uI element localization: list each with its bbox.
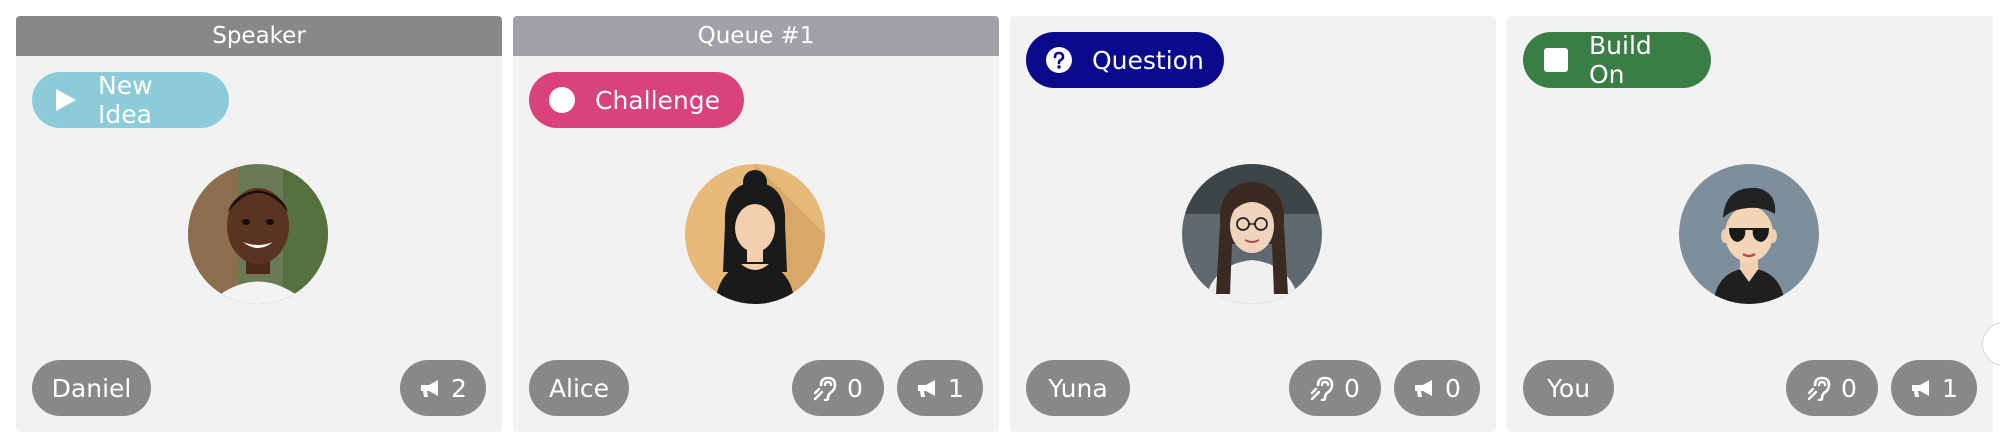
avatar: [685, 164, 825, 304]
megaphone-icon: [421, 380, 439, 397]
tag-new-idea[interactable]: New Idea: [32, 71, 229, 129]
hearing-icon: [1310, 376, 1334, 401]
megaphone-icon: [1912, 380, 1930, 397]
speak-count: 1: [948, 373, 964, 403]
speak-count-badge[interactable]: 0: [1394, 360, 1480, 416]
avatar: [1182, 164, 1322, 304]
speak-count-badge[interactable]: 2: [400, 360, 486, 416]
participant-card-speaker: Speaker New Idea Daniel 2: [16, 16, 502, 432]
listen-count-badge[interactable]: 0: [792, 360, 884, 416]
participant-card-self: Build On You 0 1: [1507, 16, 1993, 432]
square-icon: [1544, 48, 1568, 72]
card-header-queue: Queue #1: [513, 16, 999, 56]
tag-label: Question: [1092, 45, 1204, 75]
card-header-speaker: Speaker: [16, 16, 502, 56]
megaphone-icon: [1415, 380, 1433, 397]
hearing-icon: [813, 376, 837, 401]
speak-count: 0: [1445, 373, 1461, 403]
tag-label: New Idea: [98, 71, 153, 129]
hearing-icon: [1807, 376, 1831, 401]
participant-name: Alice: [529, 360, 629, 416]
speak-count: 2: [451, 373, 467, 403]
listen-count: 0: [1344, 373, 1360, 403]
avatar-woman-illustration: [685, 164, 825, 304]
avatar-man-sunglasses-illustration: [1679, 164, 1819, 304]
listen-count: 0: [847, 373, 863, 403]
participant-name: Yuna: [1026, 360, 1130, 416]
tag-label: Build On: [1589, 31, 1652, 89]
participant-card-queue-1: Queue #1 Challenge Alice 0 1: [513, 16, 999, 432]
speak-count: 1: [1942, 373, 1958, 403]
listen-count: 0: [1841, 373, 1857, 403]
megaphone-icon: [918, 380, 936, 397]
speak-count-badge[interactable]: 1: [897, 360, 983, 416]
tag-challenge[interactable]: Challenge: [529, 72, 744, 128]
listen-count-badge[interactable]: 0: [1786, 360, 1878, 416]
question-icon: [1046, 47, 1072, 73]
tag-build-on[interactable]: Build On: [1523, 31, 1711, 89]
tag-question[interactable]: Question: [1026, 32, 1224, 88]
participant-name: Daniel: [32, 360, 151, 416]
speak-count-badge[interactable]: 1: [1891, 360, 1977, 416]
circle-icon: [549, 87, 575, 113]
avatar: [188, 164, 328, 304]
participant-card: Question Yuna 0 0: [1010, 16, 1496, 432]
tag-label: Challenge: [595, 85, 720, 115]
play-icon: [56, 89, 76, 111]
avatar-woman-glasses-photo: [1182, 164, 1322, 304]
listen-count-badge[interactable]: 0: [1289, 360, 1381, 416]
avatar: [1679, 164, 1819, 304]
participant-name: You: [1523, 360, 1614, 416]
avatar-boy-photo: [188, 164, 328, 304]
